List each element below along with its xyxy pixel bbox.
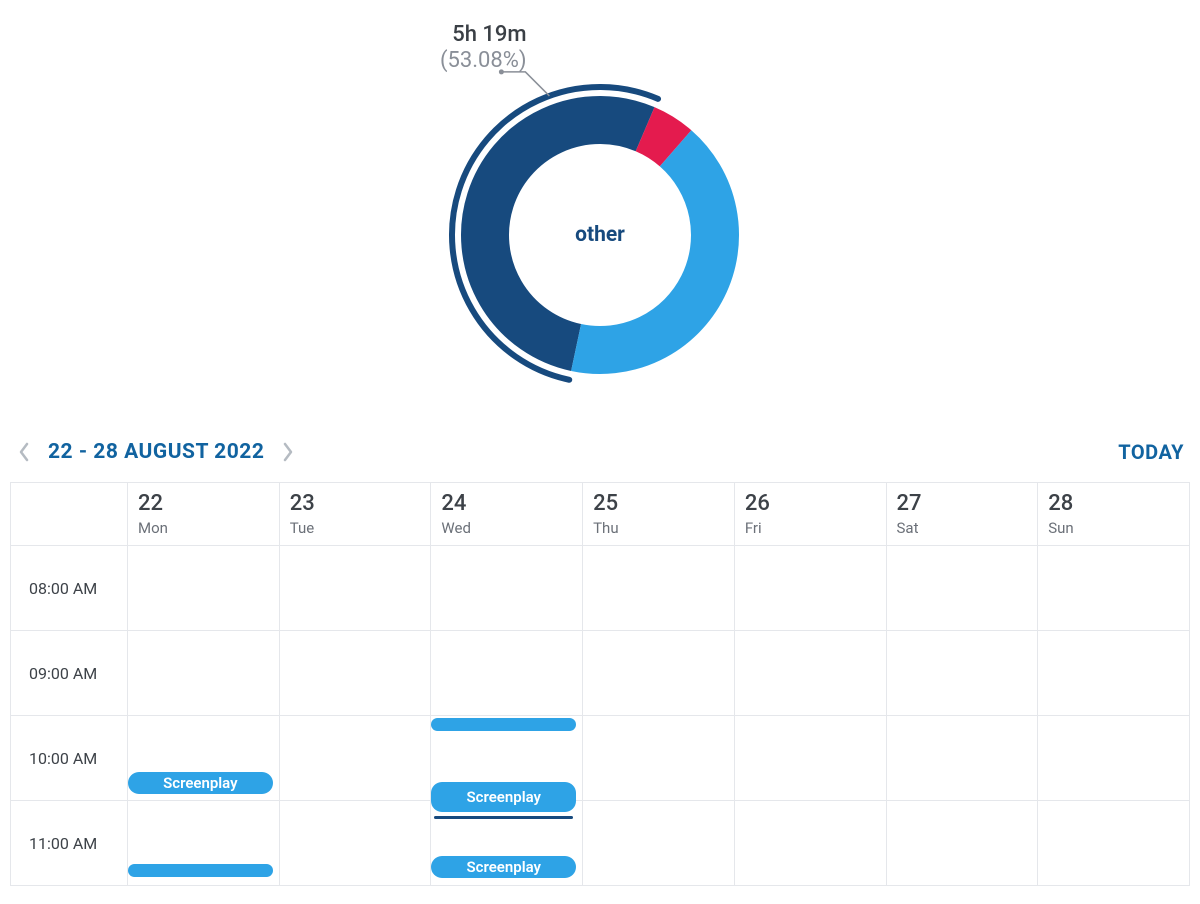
event-label: Screenplay xyxy=(163,774,238,792)
day-number: 24 xyxy=(441,491,572,517)
calendar-cell[interactable] xyxy=(583,631,735,716)
day-name: Sat xyxy=(897,519,1028,537)
donut-slice[interactable] xyxy=(645,129,675,148)
day-number: 23 xyxy=(290,491,421,517)
calendar-cell[interactable] xyxy=(279,716,431,801)
calendar-cell[interactable] xyxy=(1038,546,1190,631)
calendar-cell[interactable]: Screenplay xyxy=(128,716,280,801)
calendar-event[interactable] xyxy=(128,864,273,877)
calendar-cell[interactable] xyxy=(583,716,735,801)
hour-label: 11:00 AM xyxy=(11,801,128,886)
week-calendar: 22 Mon 23 Tue 24 Wed 25 Thu 26 Fri 27 Sat 28 Sun 08:0… xyxy=(10,482,1190,886)
next-week-button[interactable] xyxy=(282,442,294,462)
week-range-label: 22 - 28 AUGUST 2022 xyxy=(48,440,264,464)
leader-line xyxy=(501,72,549,96)
calendar-event[interactable]: Screenplay xyxy=(431,856,576,878)
donut-chart: other xyxy=(445,80,755,390)
prev-week-button[interactable] xyxy=(18,442,30,462)
calendar-cell[interactable] xyxy=(279,631,431,716)
day-header: 24 Wed xyxy=(431,483,583,546)
donut-highlight-label: 5h 19m (53.08%) xyxy=(440,22,527,75)
day-number: 25 xyxy=(593,491,724,517)
day-name: Mon xyxy=(138,519,269,537)
event-label: Screenplay xyxy=(467,858,542,876)
day-name: Tue xyxy=(290,519,421,537)
donut-svg xyxy=(445,80,755,390)
hour-label: 08:00 AM xyxy=(11,546,128,631)
day-number: 27 xyxy=(897,491,1028,517)
hour-label: 10:00 AM xyxy=(11,716,128,801)
calendar-event[interactable] xyxy=(431,718,576,731)
donut-slice[interactable] xyxy=(485,120,645,347)
day-header: 26 Fri xyxy=(734,483,886,546)
calendar-cell[interactable] xyxy=(734,801,886,886)
calendar-cell[interactable] xyxy=(886,716,1038,801)
calendar-cell[interactable] xyxy=(734,546,886,631)
calendar-cell[interactable] xyxy=(886,801,1038,886)
donut-slice[interactable] xyxy=(576,148,715,350)
calendar-cell[interactable]: Screenplay xyxy=(431,716,583,801)
calendar-cell[interactable] xyxy=(734,716,886,801)
calendar-cell[interactable] xyxy=(128,546,280,631)
day-header: 23 Tue xyxy=(279,483,431,546)
calendar-cell[interactable] xyxy=(734,631,886,716)
day-header: 22 Mon xyxy=(128,483,280,546)
highlight-percent: (53.08%) xyxy=(440,48,527,74)
calendar-cell[interactable] xyxy=(431,546,583,631)
hour-label: 09:00 AM xyxy=(11,631,128,716)
calendar-cell[interactable] xyxy=(1038,716,1190,801)
calendar-cell[interactable] xyxy=(886,631,1038,716)
chevron-left-icon xyxy=(18,442,30,462)
calendar-cell[interactable] xyxy=(431,631,583,716)
calendar-cell[interactable] xyxy=(128,631,280,716)
day-name: Fri xyxy=(745,519,876,537)
calendar-event[interactable]: Screenplay xyxy=(128,772,273,794)
day-number: 26 xyxy=(745,491,876,517)
calendar-cell[interactable] xyxy=(583,801,735,886)
calendar-cell[interactable] xyxy=(279,801,431,886)
day-name: Thu xyxy=(593,519,724,537)
day-name: Wed xyxy=(441,519,572,537)
today-button[interactable]: TODAY xyxy=(1118,440,1184,464)
calendar-cell[interactable] xyxy=(583,546,735,631)
leader-dot xyxy=(499,69,504,74)
calendar-cell[interactable] xyxy=(128,801,280,886)
calendar-cell[interactable]: Screenplay xyxy=(431,801,583,886)
chevron-right-icon xyxy=(282,442,294,462)
calendar-cell[interactable] xyxy=(1038,801,1190,886)
day-number: 22 xyxy=(138,491,269,517)
time-column-header xyxy=(11,483,128,546)
day-header: 27 Sat xyxy=(886,483,1038,546)
day-number: 28 xyxy=(1048,491,1179,517)
highlight-duration: 5h 19m xyxy=(440,22,527,48)
day-header: 28 Sun xyxy=(1038,483,1190,546)
calendar-cell[interactable] xyxy=(279,546,431,631)
day-name: Sun xyxy=(1048,519,1179,537)
calendar-cell[interactable] xyxy=(1038,631,1190,716)
day-header: 25 Thu xyxy=(583,483,735,546)
calendar-cell[interactable] xyxy=(886,546,1038,631)
